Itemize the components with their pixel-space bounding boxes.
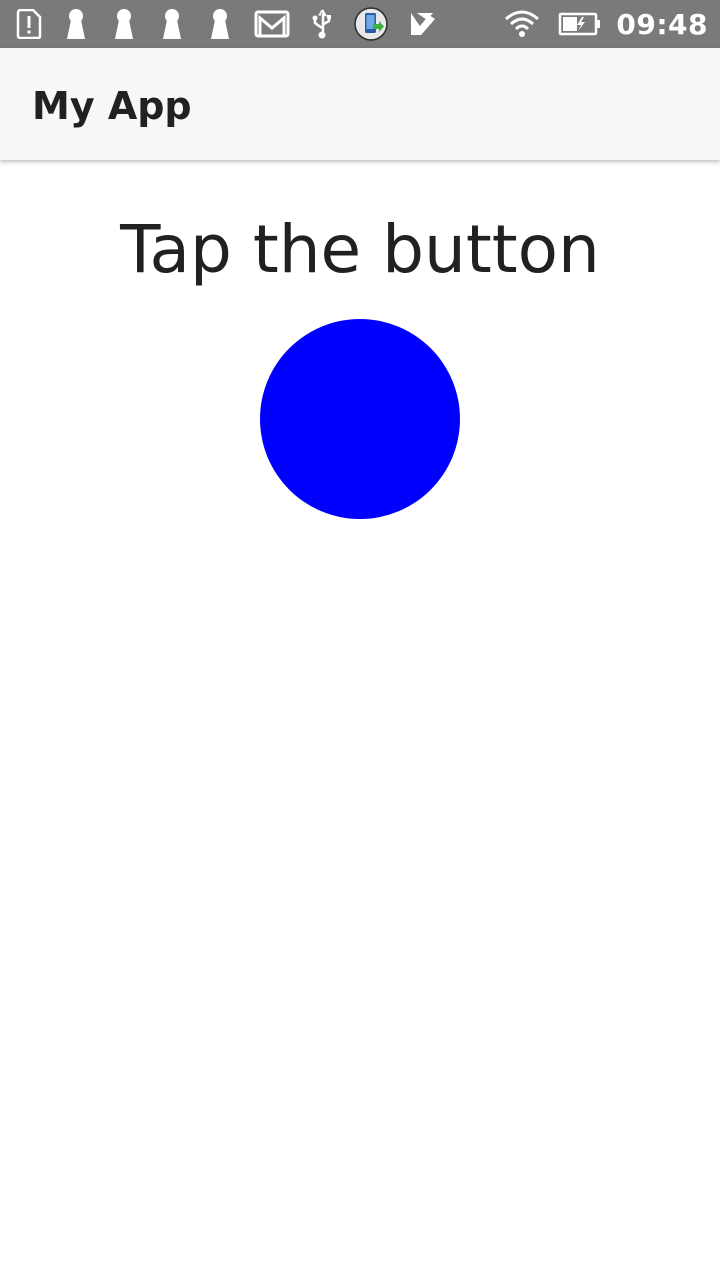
prompt-text: Tap the button xyxy=(120,211,600,288)
keyhole-icon xyxy=(110,8,138,40)
check-flag-icon xyxy=(408,9,438,39)
app-update-icon xyxy=(354,7,388,41)
circle-button[interactable] xyxy=(260,319,460,519)
screen: 09:48 My App Tap the button xyxy=(0,0,720,1280)
status-clock: 09:48 xyxy=(616,7,708,41)
keyhole-icon xyxy=(206,8,234,40)
app-title: My App xyxy=(32,84,192,128)
alert-sim-icon xyxy=(16,9,42,39)
main-content: Tap the button xyxy=(0,160,720,1280)
status-bar: 09:48 xyxy=(0,0,720,48)
keyhole-icon xyxy=(62,8,90,40)
battery-charging-icon xyxy=(558,11,602,37)
wifi-icon xyxy=(504,9,540,39)
gmail-icon xyxy=(254,9,290,39)
notification-icons xyxy=(16,0,458,48)
app-bar: My App xyxy=(0,48,720,160)
system-icons: 09:48 xyxy=(486,0,708,48)
usb-icon xyxy=(310,8,334,40)
keyhole-icon xyxy=(158,8,186,40)
